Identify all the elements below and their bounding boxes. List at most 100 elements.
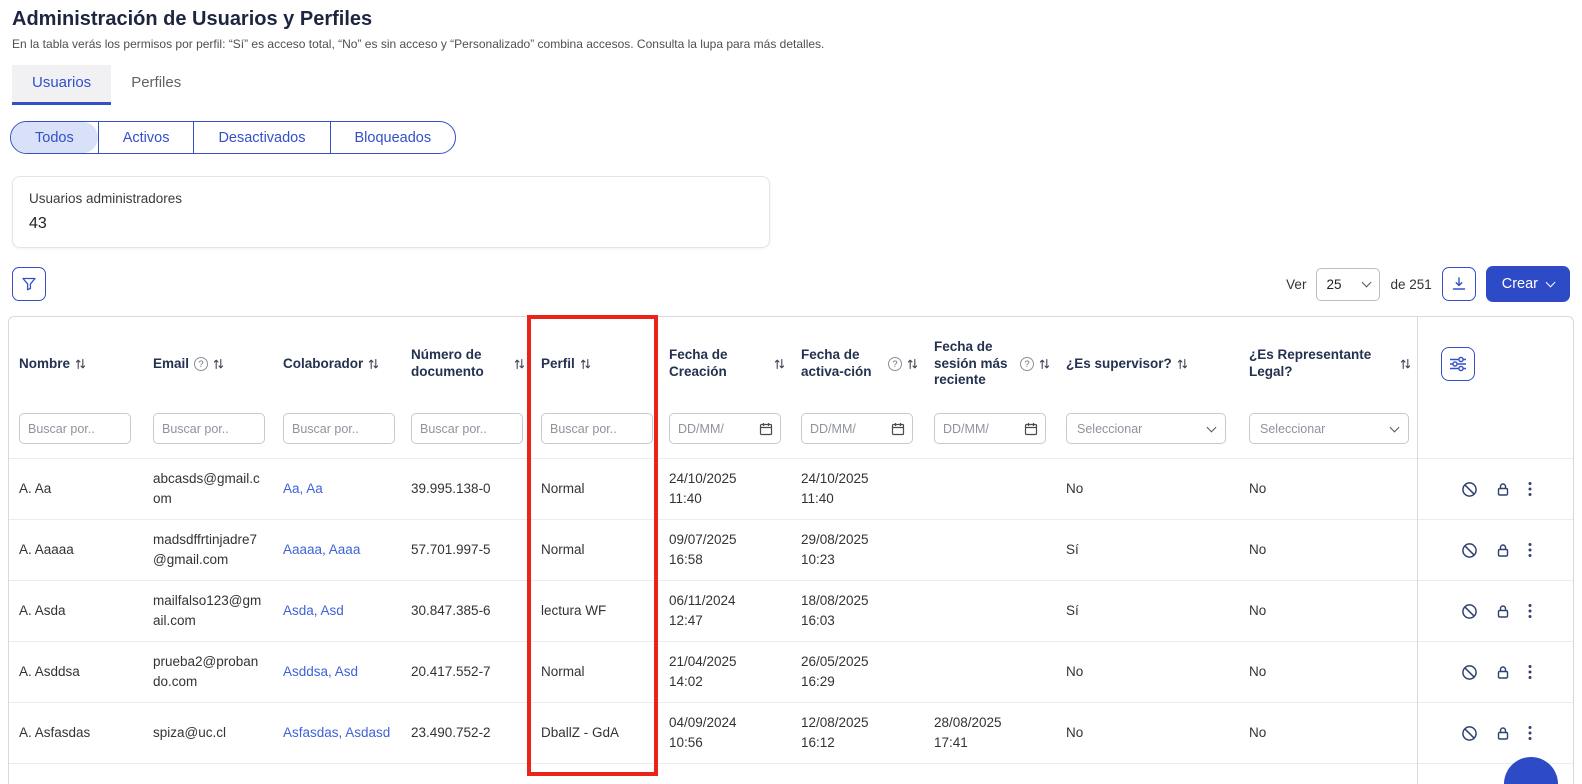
cell-fecha-sesion [924,459,1056,520]
cell-fecha-activacion: 12/08/202516:12 [791,703,924,764]
cell-fecha-creacion: 04/09/202410:56 [659,703,791,764]
cell-fecha-activacion: 01/10/2025 [791,764,924,784]
cell-documento: 23.490.752-2 [401,703,531,764]
lock-icon[interactable] [1495,603,1511,620]
sort-icon[interactable] [213,358,224,370]
cell-colaborador: Asddsa, Asd [273,642,401,703]
cell-fecha-activacion: 18/08/202516:03 [791,581,924,642]
table-row: A. Asddsa prueba2@probando.com Asddsa, A… [9,642,1573,703]
cell-es-representante: No [1239,703,1417,764]
sort-icon[interactable] [580,358,591,370]
cell-es-representante: No [1239,581,1417,642]
cell-fecha-sesion: 28/08/202517:41 [924,703,1056,764]
help-icon[interactable]: ? [888,357,902,371]
column-header-email[interactable]: Email ? [143,317,273,411]
column-header-colaborador[interactable]: Colaborador [273,317,401,411]
column-header-nombre[interactable]: Nombre [9,317,143,411]
help-icon[interactable]: ? [194,357,208,371]
collaborator-link[interactable]: Asddsa, Asd [283,664,358,679]
column-header-numero-documento[interactable]: Número de documento [401,317,531,411]
tab-perfiles[interactable]: Perfiles [111,65,201,105]
lock-icon[interactable] [1495,725,1511,742]
sort-icon[interactable] [75,358,86,370]
collaborator-link[interactable]: Aaaaa, Aaaa [283,542,360,557]
select-filter-supervisor[interactable]: Seleccionar [1066,413,1226,444]
filter-button[interactable] [12,267,46,301]
column-settings-button[interactable] [1441,347,1475,381]
kebab-menu-icon[interactable] [1528,480,1532,498]
sort-icon[interactable] [368,358,379,370]
block-user-icon[interactable] [1461,542,1478,559]
calendar-icon [1024,422,1038,436]
filter-input-nombre[interactable] [19,413,131,444]
kebab-menu-icon[interactable] [1528,663,1532,681]
filter-input-email[interactable] [153,413,265,444]
table-row: A. Aaaaa madsdffrtinjadre7@gmail.com Aaa… [9,520,1573,581]
status-filter-desactivados[interactable]: Desactivados [193,122,329,153]
column-header-fecha-sesion[interactable]: Fecha de sesión más reciente ? [924,317,1056,411]
cell-fecha-creacion: 24/10/202511:40 [659,459,791,520]
block-user-icon[interactable] [1461,481,1478,498]
date-filter-creacion[interactable]: DD/MM/ [669,413,781,444]
date-filter-sesion[interactable]: DD/MM/ [934,413,1046,444]
download-button[interactable] [1442,267,1476,301]
cell-email: abcasds@gmail.com [143,459,273,520]
column-header-es-representante-legal[interactable]: ¿Es Representante Legal? [1239,317,1417,411]
lock-icon[interactable] [1495,542,1511,559]
chevron-down-icon [1546,277,1556,287]
sort-icon[interactable] [774,358,785,370]
sort-icon[interactable] [1400,358,1411,370]
tab-bar: Usuarios Perfiles [12,65,1582,105]
cell-documento: 30.847.385-6 [401,581,531,642]
cell-fecha-activacion: 26/05/202516:29 [791,642,924,703]
cell-nombre: A. Asda [9,581,143,642]
date-filter-activacion[interactable]: DD/MM/ [801,413,913,444]
cell-colaborador: Aaaaa, Aaaa [273,520,401,581]
cell-perfil: Normal [531,459,659,520]
filter-input-perfil[interactable] [541,413,653,444]
sort-icon[interactable] [907,358,918,370]
sort-icon[interactable] [1177,358,1188,370]
cell-fecha-sesion [924,642,1056,703]
column-header-es-supervisor[interactable]: ¿Es supervisor? [1056,317,1239,411]
kebab-menu-icon[interactable] [1528,724,1532,742]
filter-row: DD/MM/ DD/MM/ DD/MM/ Seleccionar [9,411,1573,459]
cell-perfil: Normal [531,642,659,703]
cell-perfil [531,764,659,784]
create-button[interactable]: Crear [1486,266,1570,302]
sliders-icon [1449,356,1467,372]
collaborator-link[interactable]: Asfasdas, Asdasd [283,725,390,740]
block-user-icon[interactable] [1461,725,1478,742]
collaborator-link[interactable]: Asda, Asd [283,603,344,618]
download-icon [1451,276,1467,292]
admin-users-summary-card: Usuarios administradores 43 [12,176,770,248]
lock-icon[interactable] [1495,481,1511,498]
help-icon[interactable]: ? [1020,357,1034,371]
page-size-select[interactable]: 25 [1316,268,1380,301]
status-filter-activos[interactable]: Activos [98,122,194,153]
status-filter-todos[interactable]: Todos [11,122,98,153]
cell-actions [1417,581,1573,642]
block-user-icon[interactable] [1461,664,1478,681]
cell-nombre: A. Aaaaa [9,520,143,581]
cell-colaborador [273,764,401,784]
column-header-fecha-activacion[interactable]: Fecha de activa-ción ? [791,317,924,411]
collaborator-link[interactable]: Aa, Aa [283,481,323,496]
kebab-menu-icon[interactable] [1528,541,1532,559]
table-toolbar: Ver 25 de 251 Crear [12,266,1570,302]
filter-input-colaborador[interactable] [283,413,395,444]
block-user-icon[interactable] [1461,603,1478,620]
status-filter-bloqueados[interactable]: Bloqueados [330,122,456,153]
column-header-perfil[interactable]: Perfil [531,317,659,411]
select-filter-representante[interactable]: Seleccionar [1249,413,1409,444]
lock-icon[interactable] [1495,664,1511,681]
cell-fecha-activacion: 24/10/202511:40 [791,459,924,520]
sort-icon[interactable] [1039,358,1050,370]
chevron-down-icon [1207,422,1217,432]
column-header-fecha-creacion[interactable]: Fecha de Creación [659,317,791,411]
sort-icon[interactable] [514,358,525,370]
tab-usuarios[interactable]: Usuarios [12,65,111,105]
cell-email [143,764,273,784]
filter-input-documento[interactable] [411,413,523,444]
kebab-menu-icon[interactable] [1528,602,1532,620]
